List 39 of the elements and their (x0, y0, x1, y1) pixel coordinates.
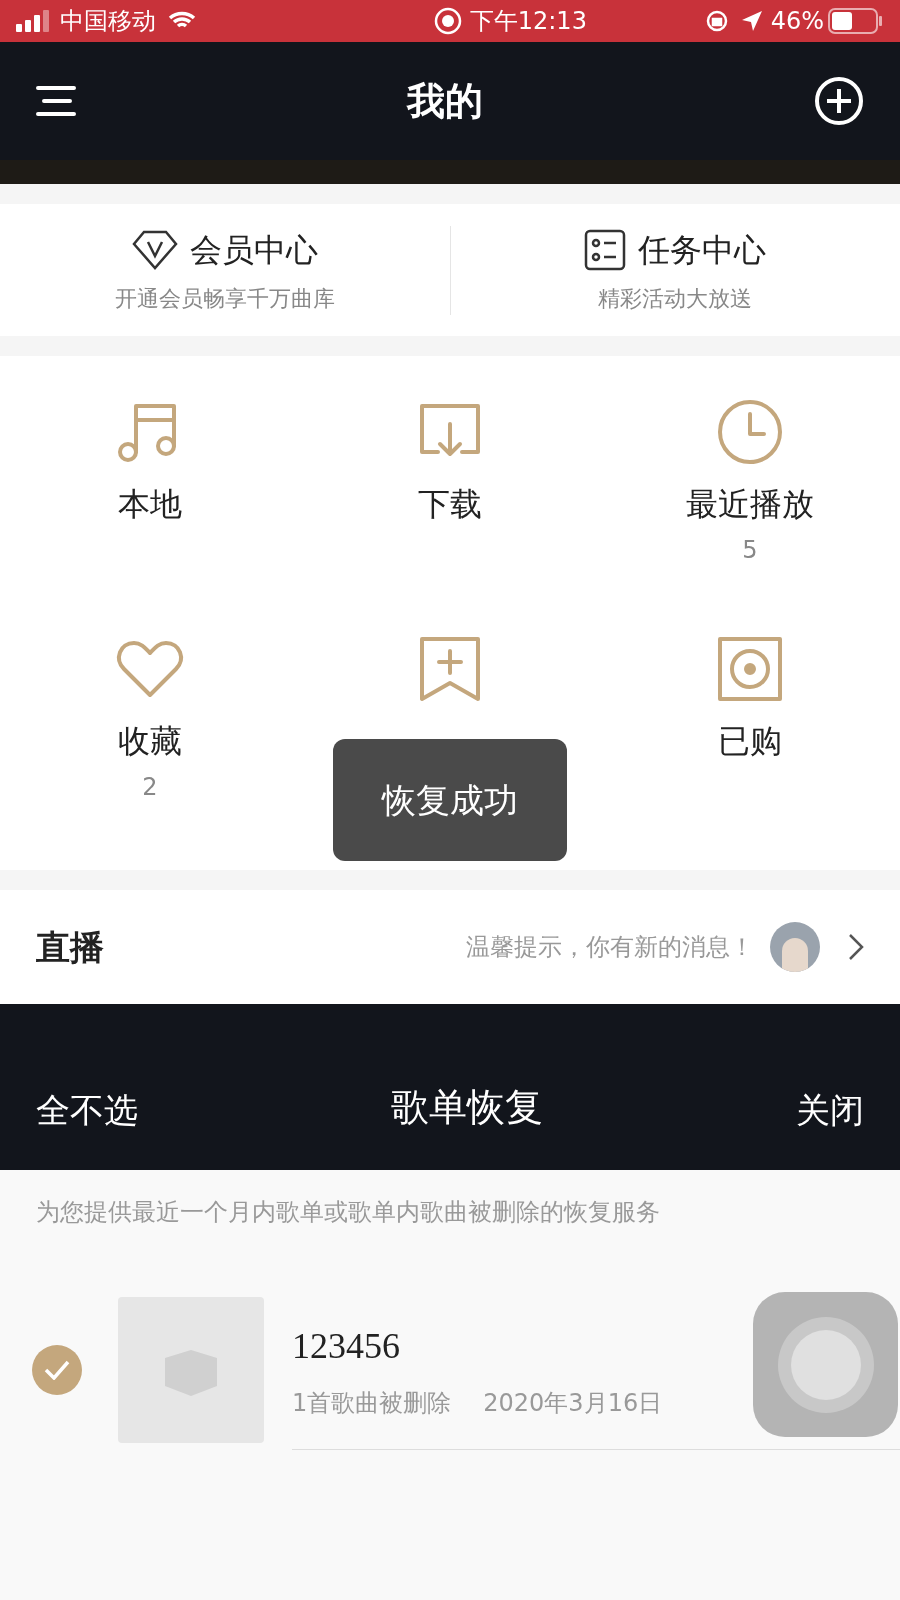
avatar (770, 922, 820, 972)
shortcut-label[interactable]: 最近播放 (686, 480, 814, 528)
page-title: 我的 (407, 77, 483, 125)
promo-subtitle: 开通会员畅享千万曲库 (114, 284, 335, 313)
shortcut-label[interactable]: 收藏 (118, 717, 182, 765)
shortcut-label[interactable]: 本地 (118, 480, 182, 528)
carrier-name: 中国移动 (60, 6, 156, 37)
sheet-description: 为您提供最近一个月内歌单或歌单内歌曲被删除的恢复服务 (35, 1197, 661, 1228)
checklist-icon (584, 228, 627, 271)
shortcut-label[interactable]: 已购 (718, 717, 782, 765)
promo-title[interactable]: 会员中心 (189, 225, 318, 274)
playlist-detail: 1首歌曲被删除 (292, 1387, 452, 1419)
record-icon (433, 7, 462, 35)
live-message: 温馨提示，你有新的消息！ (466, 932, 754, 963)
shortcut-count: 2 (142, 772, 158, 803)
battery-icon (828, 8, 884, 34)
shortcut-count: 5 (742, 535, 758, 566)
sheet-title: 歌单恢复 (391, 1084, 543, 1131)
rotation-lock-icon (704, 9, 729, 33)
promo-title[interactable]: 任务中心 (638, 225, 767, 274)
shortcut-label[interactable]: 下载 (418, 480, 482, 528)
clock-time: 下午12:13 (469, 6, 587, 37)
deleted-date: 2020年3月16日 (483, 1387, 663, 1419)
toast-message: 恢复成功 (382, 778, 518, 822)
diamond-icon (131, 229, 178, 270)
live-title: 直播 (36, 925, 104, 969)
add-icon[interactable] (814, 76, 864, 126)
signal-icon (16, 10, 52, 32)
check-icon (44, 1360, 70, 1380)
checkbox[interactable] (32, 1345, 82, 1395)
playlist-name: 123456 (292, 1324, 401, 1368)
live-row[interactable]: 直播 温馨提示，你有新的消息！ (0, 890, 900, 1004)
deselect-all-button[interactable]: 全不选 (36, 1085, 138, 1136)
chevron-right-icon (848, 933, 864, 961)
close-button[interactable]: 关闭 (796, 1085, 864, 1136)
menu-icon[interactable] (36, 85, 76, 117)
location-arrow-icon (740, 10, 763, 32)
promo-subtitle: 精彩活动大放送 (598, 284, 753, 313)
battery-percent: 46% (770, 6, 824, 37)
